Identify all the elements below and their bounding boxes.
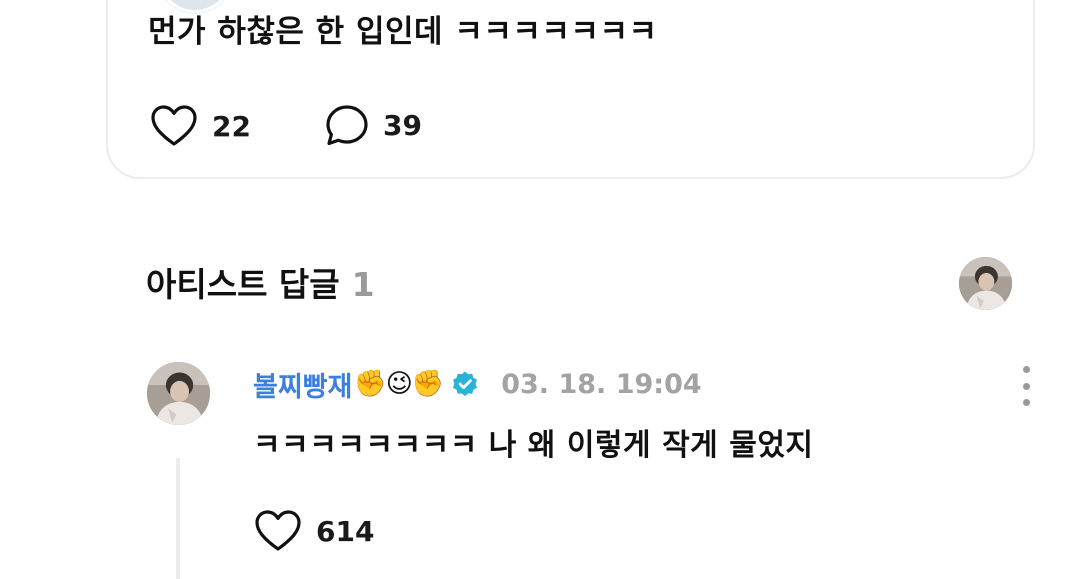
heart-icon — [150, 104, 198, 148]
comment-thread-screen: 먼가 하찮은 한 입인데 ㅋㅋㅋㅋㅋㅋㅋ 22 39 아티스트 답글 1 볼찌빵… — [0, 0, 1080, 579]
thread-line — [176, 458, 180, 579]
heart-icon — [254, 509, 302, 553]
artist-photo — [959, 257, 1012, 310]
reply-text: ㅋㅋㅋㅋㅋㅋㅋㅋ 나 왜 이렇게 작게 물었지 — [253, 428, 814, 463]
reply-author-photo — [147, 362, 210, 425]
artist-replies-title: 아티스트 답글 — [146, 265, 340, 304]
reply-author-emojis: ✊😉✊ — [354, 369, 444, 399]
more-options-icon[interactable] — [1012, 366, 1040, 406]
artist-avatar[interactable] — [959, 257, 1012, 310]
reply-timestamp: 03. 18. 19:04 — [501, 368, 702, 400]
artist-replies-header: 아티스트 답글 1 — [146, 258, 375, 306]
post-text: 먼가 하찮은 한 입인데 ㅋㅋㅋㅋㅋㅋㅋ — [148, 14, 658, 50]
post-like-button[interactable]: 22 — [150, 104, 251, 148]
reply-author-name[interactable]: 볼찌빵재 — [253, 365, 352, 404]
post-like-count: 22 — [212, 109, 251, 143]
verified-badge-icon — [451, 370, 479, 398]
reply-author-avatar[interactable] — [147, 362, 210, 425]
reply-like-count: 614 — [316, 514, 375, 548]
post-comment-count: 39 — [383, 108, 422, 142]
reply-like-button[interactable]: 614 — [254, 509, 374, 553]
artist-replies-count: 1 — [351, 265, 375, 304]
speech-bubble-icon — [325, 104, 369, 146]
post-comment-button[interactable]: 39 — [325, 104, 422, 146]
reply-meta: 볼찌빵재 ✊😉✊ 03. 18. 19:04 — [253, 364, 702, 404]
